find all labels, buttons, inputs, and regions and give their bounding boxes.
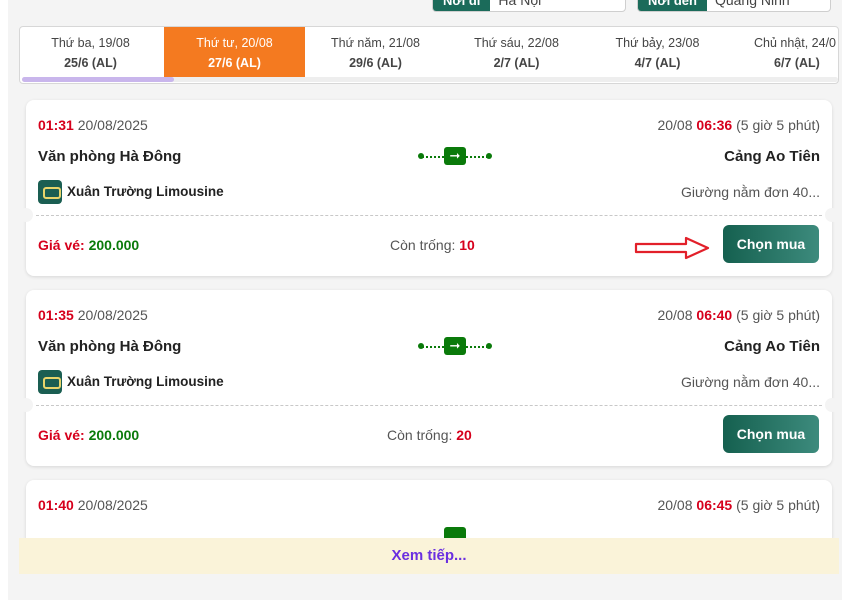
arrival-info: 20/08 06:45 (5 giờ 5 phút) xyxy=(657,497,820,513)
date-tab-21-08[interactable]: Thứ năm, 21/08 29/6 (AL) xyxy=(305,27,446,79)
ticket-notch-right xyxy=(825,208,839,222)
dropoff-place: Cảng Ao Tiên xyxy=(724,338,820,355)
date-tab-19-08[interactable]: Thứ ba, 19/08 25/6 (AL) xyxy=(20,27,161,79)
trip-route-row: Văn phòng Hà Đông ➞ Cảng Ao Tiên xyxy=(38,336,820,358)
operator-row: Xuân Trường Limousine Giường nằm đơn 40.… xyxy=(38,370,820,396)
date-tab-lunar: 25/6 (AL) xyxy=(64,56,117,70)
price-label: Giá vé: xyxy=(38,237,85,253)
date-tab-24-08[interactable]: Chủ nhật, 24/0 6/7 (AL) xyxy=(728,27,838,79)
trip-route-row: Văn phòng Hà Đông ➞ Cảng Ao Tiên xyxy=(38,146,820,168)
date-scrollbar-thumb[interactable] xyxy=(22,77,174,82)
operator-logo xyxy=(38,370,62,394)
trip-duration: (5 giờ 5 phút) xyxy=(736,307,820,323)
operator-name[interactable]: Xuân Trường Limousine xyxy=(67,374,224,389)
seats-row: Còn trống: 10 xyxy=(390,237,475,253)
date-tab-20-08[interactable]: Thứ tư, 20/08 27/6 (AL) xyxy=(164,27,305,79)
arrival-time: 06:45 xyxy=(696,497,733,513)
arrow-right-icon: ➞ xyxy=(444,147,466,165)
seats-row: Còn trống: 20 xyxy=(387,427,472,443)
trip-card: 01:40 20/08/2025 20/08 06:45 (5 giờ 5 ph… xyxy=(26,480,832,540)
date-tab-day: Thứ bảy, 23/08 xyxy=(615,36,700,50)
trip-time-row: 01:40 20/08/2025 20/08 06:45 (5 giờ 5 ph… xyxy=(38,497,820,513)
date-tab-day: Chủ nhật, 24/0 xyxy=(754,36,837,50)
operator-row: Xuân Trường Limousine Giường nằm đơn 40.… xyxy=(38,180,820,206)
date-tab-22-08[interactable]: Thứ sáu, 22/08 2/7 (AL) xyxy=(446,27,587,79)
departure-time: 01:35 xyxy=(38,307,74,323)
seats-label: Còn trống: xyxy=(387,427,453,443)
trip-duration: (5 giờ 5 phút) xyxy=(736,117,820,133)
buy-ticket-button[interactable]: Chọn mua xyxy=(723,225,819,263)
pickup-place: Văn phòng Hà Đông xyxy=(38,148,182,165)
date-tab-lunar: 27/6 (AL) xyxy=(208,56,261,70)
date-tab-bar: Thứ ba, 19/08 25/6 (AL) Thứ tư, 20/08 27… xyxy=(19,26,839,84)
route-line: ➞ xyxy=(418,146,492,166)
destination-value[interactable]: Quảng Ninh xyxy=(707,0,798,8)
arrival-time: 06:40 xyxy=(696,307,733,323)
date-tab-day: Thứ năm, 21/08 xyxy=(331,36,420,50)
departure-date: 20/08/2025 xyxy=(77,497,148,513)
departure-time: 01:40 xyxy=(38,497,74,513)
destination-label: Nơi đến xyxy=(638,0,707,11)
ticket-notch-left xyxy=(19,398,33,412)
seats-available: 20 xyxy=(456,427,472,443)
price-row: Giá vé: 200.000 xyxy=(38,427,139,443)
dashed-divider xyxy=(36,405,822,406)
dashed-divider xyxy=(36,215,822,216)
operator-logo xyxy=(38,180,62,204)
trip-card: 01:31 20/08/2025 20/08 06:36 (5 giờ 5 ph… xyxy=(19,100,839,276)
price-value: 200.000 xyxy=(88,427,140,443)
arrival-info: 20/08 06:36 (5 giờ 5 phút) xyxy=(657,117,820,133)
route-start-dot xyxy=(418,343,424,349)
arrival-date: 20/08 xyxy=(657,307,693,323)
trip-time-row: 01:31 20/08/2025 20/08 06:36 (5 giờ 5 ph… xyxy=(38,117,820,133)
departure-time: 01:31 xyxy=(38,117,74,133)
departure-value[interactable]: Hà Nội xyxy=(490,0,549,8)
route-line: ➞ xyxy=(418,336,492,356)
date-tab-lunar: 29/6 (AL) xyxy=(349,56,402,70)
departure-filter[interactable]: Nơi đi Hà Nội xyxy=(432,0,626,12)
pickup-place: Văn phòng Hà Đông xyxy=(38,338,182,355)
departure-date: 20/08/2025 xyxy=(77,117,148,133)
seats-label: Còn trống: xyxy=(390,237,456,253)
date-tab-day: Thứ tư, 20/08 xyxy=(196,36,273,50)
ticket-notch-left xyxy=(19,208,33,222)
date-tab-lunar: 2/7 (AL) xyxy=(493,56,540,70)
date-tab-lunar: 6/7 (AL) xyxy=(774,56,820,70)
arrow-right-icon: ➞ xyxy=(444,337,466,355)
operator-name[interactable]: Xuân Trường Limousine xyxy=(67,184,224,199)
destination-filter[interactable]: Nơi đến Quảng Ninh xyxy=(637,0,831,12)
route-end-dot xyxy=(486,343,492,349)
trip-time-row: 01:35 20/08/2025 20/08 06:40 (5 giờ 5 ph… xyxy=(38,307,820,323)
departure-date: 20/08/2025 xyxy=(77,307,148,323)
price-value: 200.000 xyxy=(88,237,140,253)
arrival-time: 06:36 xyxy=(696,117,733,133)
date-tab-23-08[interactable]: Thứ bảy, 23/08 4/7 (AL) xyxy=(587,27,728,79)
load-more-button[interactable]: Xem tiếp... xyxy=(19,538,839,574)
route-start-dot xyxy=(418,153,424,159)
buy-ticket-button[interactable]: Chọn mua xyxy=(723,415,819,453)
ticket-notch-right xyxy=(825,398,839,412)
date-tab-day: Thứ sáu, 22/08 xyxy=(474,36,559,50)
price-row: Giá vé: 200.000 xyxy=(38,237,139,253)
trip-duration: (5 giờ 5 phút) xyxy=(736,497,820,513)
date-tab-lunar: 4/7 (AL) xyxy=(634,56,681,70)
dropoff-place: Cảng Ao Tiên xyxy=(724,148,820,165)
route-end-dot xyxy=(486,153,492,159)
date-tab-day: Thứ ba, 19/08 xyxy=(51,36,130,50)
seats-available: 10 xyxy=(459,237,475,253)
arrival-date: 20/08 xyxy=(657,117,693,133)
seat-type: Giường nằm đơn 40... xyxy=(680,184,820,200)
arrival-info: 20/08 06:40 (5 giờ 5 phút) xyxy=(657,307,820,323)
trip-card: 01:35 20/08/2025 20/08 06:40 (5 giờ 5 ph… xyxy=(19,290,839,466)
seat-type: Giường nằm đơn 40... xyxy=(680,374,820,390)
arrival-date: 20/08 xyxy=(657,497,693,513)
departure-label: Nơi đi xyxy=(433,0,491,11)
annotation-arrow-icon xyxy=(634,236,710,260)
price-label: Giá vé: xyxy=(38,427,85,443)
